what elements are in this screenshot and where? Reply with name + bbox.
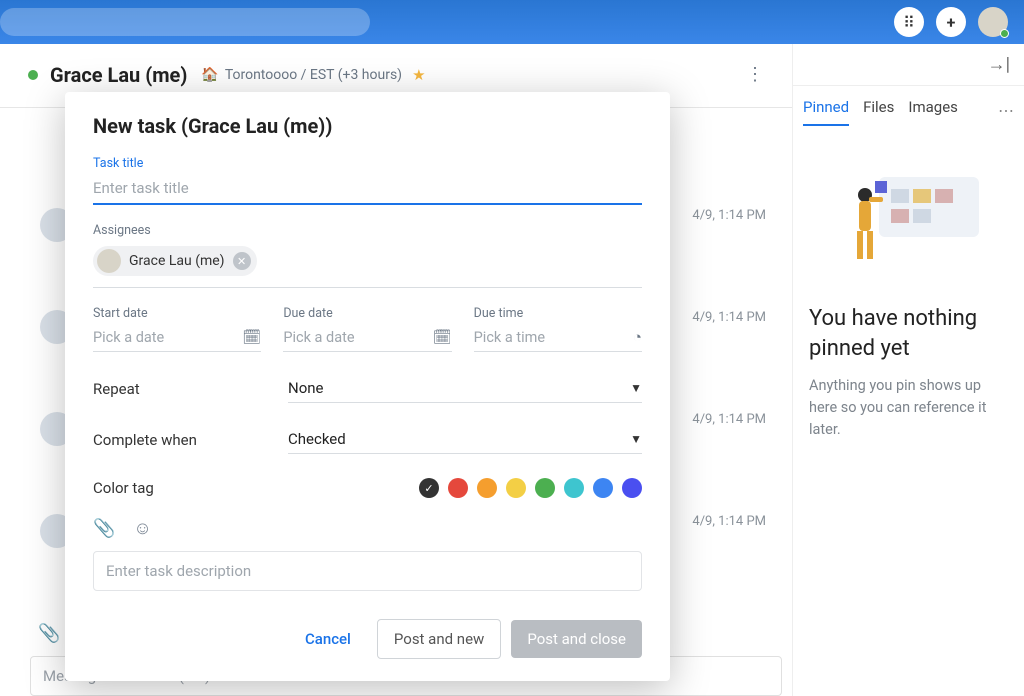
- start-date-input[interactable]: Pick a date 🗓: [93, 323, 261, 352]
- assignee-chip: Grace Lau (me) ✕: [93, 246, 257, 276]
- timestamp: 4/9, 1:14 PM: [692, 514, 772, 529]
- cancel-button[interactable]: Cancel: [289, 620, 367, 658]
- tab-images[interactable]: Images: [908, 94, 958, 124]
- search-input[interactable]: [0, 8, 370, 36]
- avatar[interactable]: [978, 7, 1008, 37]
- complete-when-label: Complete when: [93, 431, 288, 449]
- pinned-empty-subtitle: Anything you pin shows up here so you ca…: [809, 375, 1008, 440]
- modal-title: New task (Grace Lau (me)): [93, 114, 642, 138]
- color-dot-red[interactable]: [448, 478, 468, 498]
- color-tag-label: Color tag: [93, 479, 154, 497]
- repeat-label: Repeat: [93, 380, 288, 398]
- pinned-empty-state: You have nothing pinned yet Anything you…: [793, 126, 1024, 469]
- star-icon[interactable]: ★: [412, 66, 425, 84]
- more-menu-icon[interactable]: ⋮: [738, 60, 772, 89]
- home-icon: 🏠: [201, 67, 218, 83]
- complete-when-select[interactable]: Checked ▼: [288, 425, 642, 454]
- repeat-value: None: [288, 379, 324, 397]
- attach-icon[interactable]: 📎: [93, 518, 115, 539]
- color-dot-orange[interactable]: [477, 478, 497, 498]
- collapse-icon[interactable]: →|: [980, 54, 1018, 75]
- task-title-input[interactable]: [93, 173, 642, 205]
- right-panel: →| Pinned Files Images ⋯: [792, 44, 1024, 696]
- avatar: [97, 249, 121, 273]
- assignee-chip-label: Grace Lau (me): [129, 253, 225, 269]
- color-dot-green[interactable]: [535, 478, 555, 498]
- presence-indicator: [28, 70, 38, 80]
- color-tag-picker: ✓: [419, 478, 642, 498]
- post-and-close-button[interactable]: Post and close: [511, 620, 642, 658]
- due-date-placeholder: Pick a date: [283, 329, 354, 346]
- conversation-title: Grace Lau (me): [50, 63, 187, 87]
- complete-when-value: Checked: [288, 430, 346, 448]
- pinned-illustration: [809, 154, 1008, 284]
- location-label: Torontoooo / EST (+3 hours): [225, 67, 402, 83]
- chevron-down-icon: ▼: [630, 381, 642, 395]
- color-dot-indigo[interactable]: [622, 478, 642, 498]
- repeat-select[interactable]: None ▼: [288, 374, 642, 403]
- timestamp: 4/9, 1:14 PM: [692, 412, 772, 427]
- location-text: 🏠 Torontoooo / EST (+3 hours): [201, 67, 402, 83]
- calendar-icon: 🗓: [242, 328, 261, 346]
- due-time-placeholder: Pick a time: [474, 329, 545, 346]
- task-title-label: Task title: [93, 156, 642, 171]
- side-tabs: Pinned Files Images ⋯: [793, 86, 1024, 126]
- dialpad-icon[interactable]: ⠿: [894, 7, 924, 37]
- due-time-input[interactable]: Pick a time ◔: [474, 323, 642, 352]
- top-bar: ⠿ +: [0, 0, 1024, 44]
- pinned-empty-title: You have nothing pinned yet: [809, 304, 1008, 363]
- timestamp: 4/9, 1:14 PM: [692, 310, 772, 325]
- add-icon[interactable]: +: [936, 7, 966, 37]
- due-date-label: Due date: [283, 306, 451, 321]
- clock-icon: ◔: [633, 328, 642, 346]
- timestamp: 4/9, 1:14 PM: [692, 208, 772, 223]
- start-date-label: Start date: [93, 306, 261, 321]
- side-more-icon[interactable]: ⋯: [998, 101, 1014, 120]
- emoji-icon[interactable]: ☺: [133, 518, 151, 539]
- chevron-down-icon: ▼: [630, 432, 642, 446]
- new-task-modal: New task (Grace Lau (me)) Task title Ass…: [65, 92, 670, 681]
- color-dot-black[interactable]: ✓: [419, 478, 439, 498]
- due-time-label: Due time: [474, 306, 642, 321]
- post-and-new-button[interactable]: Post and new: [377, 619, 501, 659]
- tab-pinned[interactable]: Pinned: [803, 94, 849, 126]
- start-date-placeholder: Pick a date: [93, 329, 164, 346]
- color-dot-blue[interactable]: [593, 478, 613, 498]
- calendar-icon: 🗓: [433, 328, 452, 346]
- tab-files[interactable]: Files: [863, 94, 894, 124]
- task-description-input[interactable]: Enter task description: [93, 551, 642, 591]
- color-dot-yellow[interactable]: [506, 478, 526, 498]
- due-date-input[interactable]: Pick a date 🗓: [283, 323, 451, 352]
- attach-icon[interactable]: 📎: [38, 623, 60, 644]
- assignees-label: Assignees: [93, 223, 642, 238]
- remove-assignee-icon[interactable]: ✕: [233, 252, 251, 270]
- color-dot-teal[interactable]: [564, 478, 584, 498]
